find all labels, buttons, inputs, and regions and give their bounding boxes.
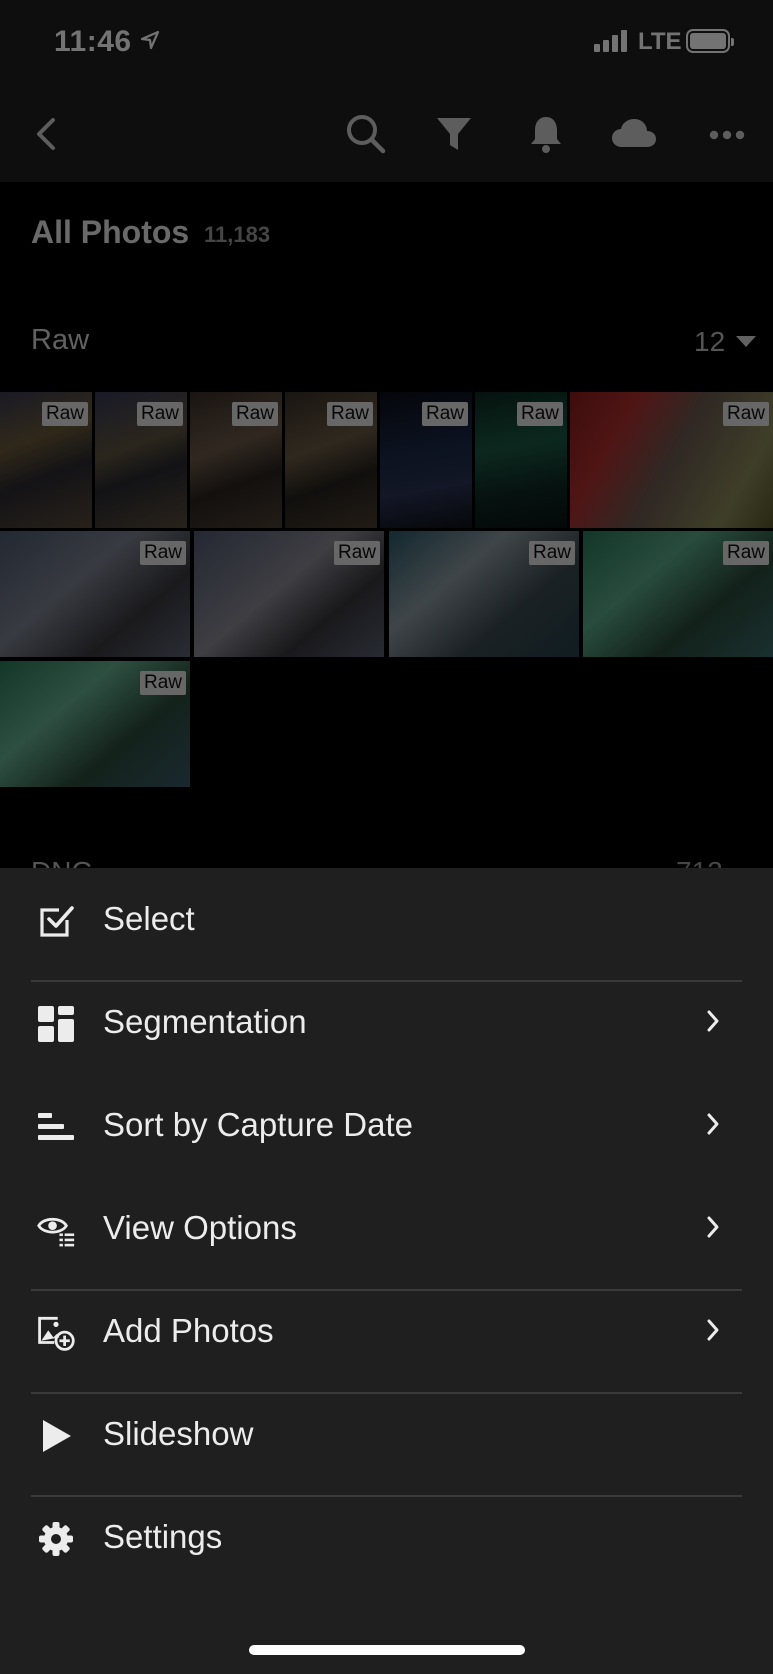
menu-item-label: Sort by Capture Date xyxy=(103,1106,413,1143)
gear-icon xyxy=(37,1520,75,1558)
checkbox-icon xyxy=(37,902,75,940)
raw-badge: Raw xyxy=(722,402,769,426)
more-button[interactable] xyxy=(703,112,751,160)
raw-badge: Raw xyxy=(139,541,186,565)
photo-thumbnail[interactable]: Raw xyxy=(583,531,773,657)
top-nav-bar xyxy=(0,88,773,182)
raw-badge: Raw xyxy=(516,402,563,426)
photo-thumbnail[interactable]: Raw xyxy=(570,392,773,528)
bell-icon xyxy=(528,114,564,159)
chevron-right-icon xyxy=(706,1009,720,1038)
section-count: 712 xyxy=(676,856,723,868)
cloud-icon xyxy=(610,117,658,156)
menu-item-segmentation[interactable]: Segmentation xyxy=(0,971,773,1074)
search-button[interactable] xyxy=(342,112,390,160)
library-title: All Photos xyxy=(31,214,190,250)
photo-thumbnail[interactable]: Raw xyxy=(285,392,377,528)
menu-item-settings[interactable]: Settings xyxy=(0,1486,773,1589)
photo-thumbnail[interactable]: Raw xyxy=(0,531,190,657)
raw-badge: Raw xyxy=(231,402,278,426)
location-arrow-icon xyxy=(140,30,160,55)
menu-item-sort[interactable]: Sort by Capture Date xyxy=(0,1074,773,1177)
library-count: 11,183 xyxy=(204,222,271,247)
menu-item-view-options[interactable]: View Options xyxy=(0,1177,773,1280)
section-count: 12 xyxy=(694,326,726,357)
eye-list-icon xyxy=(37,1211,75,1249)
raw-badge: Raw xyxy=(326,402,373,426)
notifications-button[interactable] xyxy=(522,112,570,160)
chevron-right-icon xyxy=(706,1215,720,1244)
menu-item-slideshow[interactable]: Slideshow xyxy=(0,1383,773,1486)
photo-thumbnail[interactable]: Raw xyxy=(475,392,567,528)
menu-item-label: Segmentation xyxy=(103,1003,307,1040)
raw-badge: Raw xyxy=(528,541,575,565)
photo-library: All Photos 11,183 Raw 12 Raw Raw Raw Raw… xyxy=(0,182,773,868)
chevron-left-icon xyxy=(33,116,59,157)
caret-down-icon xyxy=(736,336,756,347)
home-indicator[interactable] xyxy=(249,1645,525,1655)
filter-icon xyxy=(435,115,473,158)
photo-thumbnail[interactable]: Raw xyxy=(0,661,190,787)
status-bar: 11:46 LTE xyxy=(0,0,773,88)
photo-thumbnail[interactable]: Raw xyxy=(389,531,579,657)
menu-item-select[interactable]: Select xyxy=(0,868,773,971)
photo-thumbnail[interactable]: Raw xyxy=(194,531,384,657)
raw-badge: Raw xyxy=(139,671,186,695)
network-type: LTE xyxy=(638,28,682,55)
menu-item-label: View Options xyxy=(103,1209,297,1246)
cloud-sync-button[interactable] xyxy=(610,112,658,160)
photo-thumbnail[interactable]: Raw xyxy=(0,392,92,528)
menu-item-add-photos[interactable]: Add Photos xyxy=(0,1280,773,1383)
chevron-right-icon xyxy=(706,1112,720,1141)
more-icon xyxy=(709,127,745,145)
raw-badge: Raw xyxy=(41,402,88,426)
raw-badge: Raw xyxy=(136,402,183,426)
status-time: 11:46 xyxy=(54,25,132,58)
photo-thumbnail[interactable]: Raw xyxy=(95,392,187,528)
action-sheet: Select Segmentation Sort by Capture Date… xyxy=(0,868,773,1674)
add-photo-icon xyxy=(37,1314,75,1352)
cellular-signal-icon xyxy=(594,30,627,52)
menu-item-label: Settings xyxy=(103,1518,223,1555)
menu-item-label: Slideshow xyxy=(103,1415,254,1452)
filter-button[interactable] xyxy=(430,112,478,160)
back-button[interactable] xyxy=(22,112,70,160)
menu-item-label: Add Photos xyxy=(103,1312,274,1349)
photo-thumbnail[interactable]: Raw xyxy=(380,392,472,528)
battery-icon xyxy=(686,29,734,53)
play-icon xyxy=(37,1417,75,1455)
sort-lines-icon xyxy=(37,1108,75,1146)
raw-badge: Raw xyxy=(421,402,468,426)
segmentation-grid-icon xyxy=(37,1005,75,1043)
raw-badge: Raw xyxy=(722,541,769,565)
menu-item-label: Select xyxy=(103,900,195,937)
section-title: Raw xyxy=(31,324,90,356)
section-title: DNG xyxy=(31,856,93,868)
chevron-right-icon xyxy=(706,1318,720,1347)
search-icon xyxy=(345,113,387,160)
raw-badge: Raw xyxy=(333,541,380,565)
photo-thumbnail[interactable]: Raw xyxy=(190,392,282,528)
